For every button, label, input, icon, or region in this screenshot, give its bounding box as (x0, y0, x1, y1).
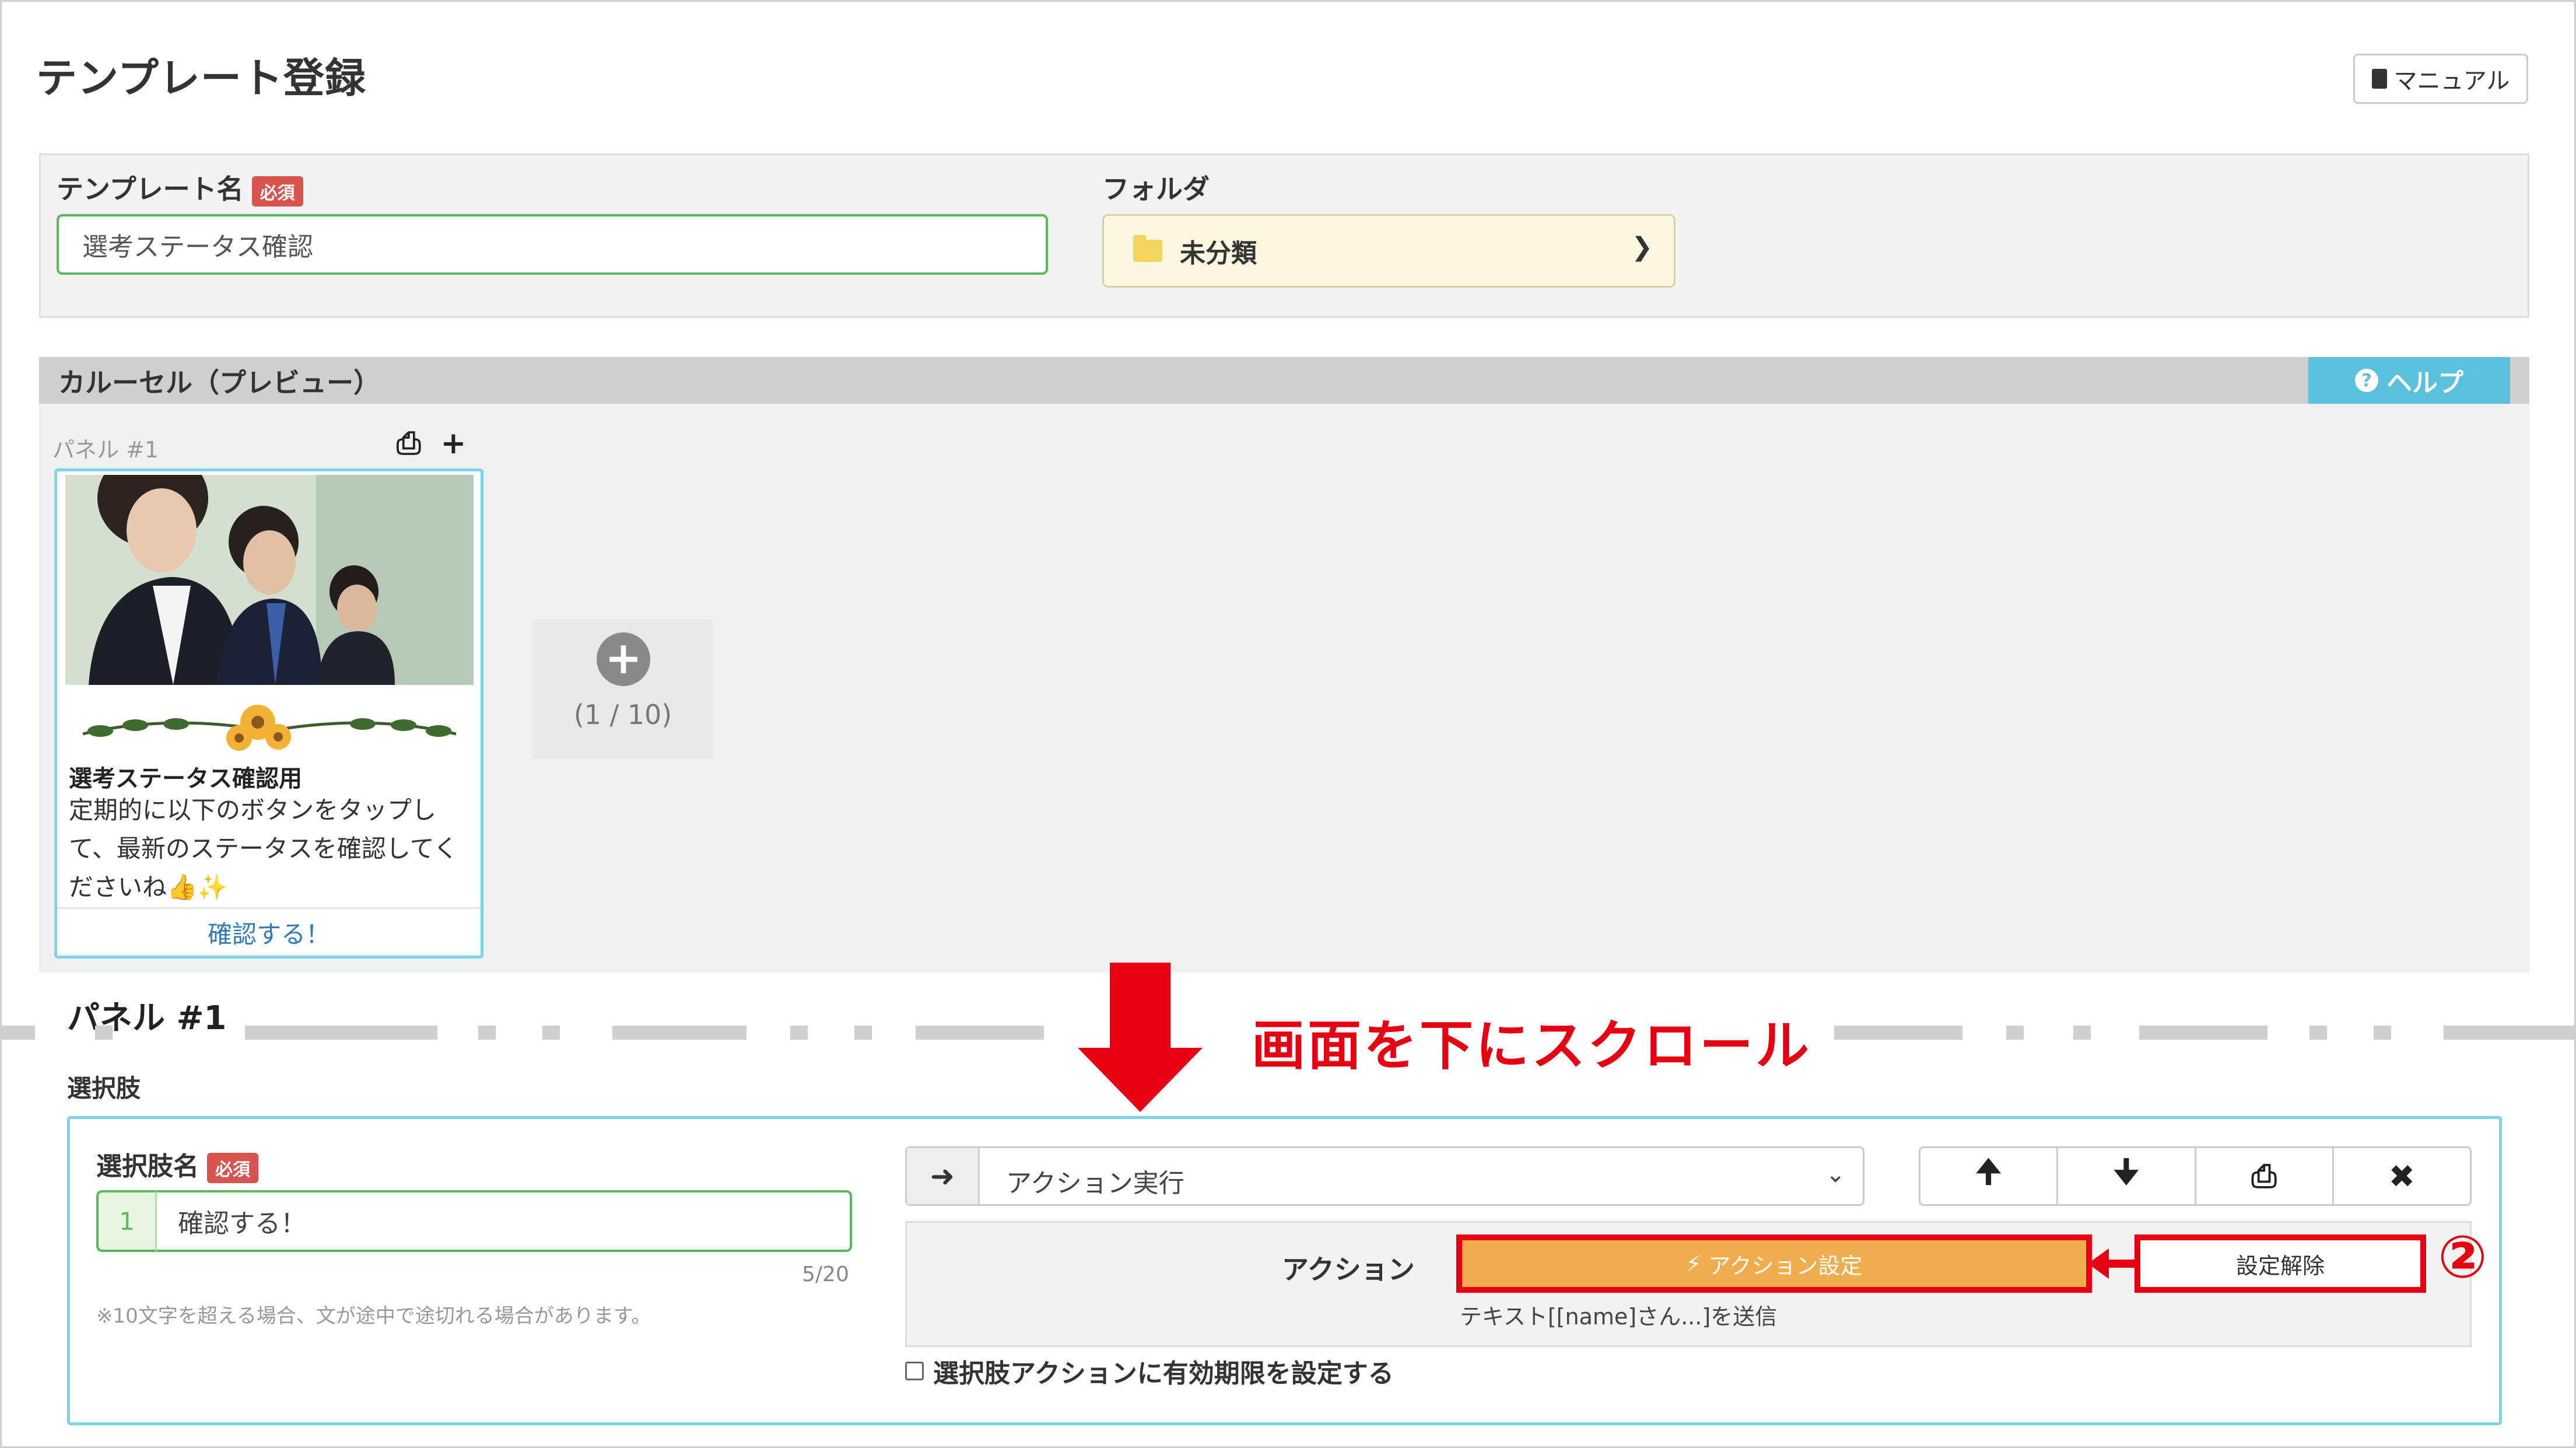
people-photo (65, 475, 474, 685)
scroll-divider-dash (2374, 1026, 2391, 1040)
scroll-divider-dash (2006, 1026, 2024, 1040)
action-label: アクション (1282, 1254, 1415, 1285)
scroll-divider-dash (1834, 1026, 1962, 1040)
chevron-down-icon: ❯ (1631, 232, 1653, 262)
copy-button[interactable]: ⎙ (2196, 1148, 2334, 1204)
manual-button[interactable]: マニュアル (2353, 54, 2528, 104)
scroll-divider (0, 1026, 35, 1040)
manual-button-label: マニュアル (2393, 68, 2510, 95)
scroll-divider-dash (245, 1026, 437, 1040)
annotation-arrow-head (2088, 1248, 2109, 1279)
carousel-panel-label: パネル #1 (52, 437, 159, 463)
panel-count: (1 / 10) (573, 699, 672, 730)
scroll-divider-dash (95, 1026, 113, 1040)
panel-heading: パネル #1 (67, 999, 227, 1037)
help-button[interactable]: ? ヘルプ (2308, 357, 2510, 404)
page-title: テンプレート登録 (36, 54, 366, 102)
card-text: 定期的に以下のボタンをタップして、最新のステータスを確認してくださいね👍✨ (69, 796, 458, 901)
expiry-option[interactable]: 選択肢アクションに有効期限を設定する (905, 1352, 1394, 1390)
paste-icon[interactable]: ⎙ (397, 426, 421, 461)
folder-label: フォルダ (1102, 173, 1210, 205)
choice-name-input[interactable]: 1 確認する！ (96, 1190, 852, 1252)
scroll-divider-dash (790, 1026, 808, 1040)
add-icon[interactable]: + (441, 426, 467, 461)
scroll-divider-dash (2073, 1026, 2091, 1040)
scroll-divider-dash (2444, 1026, 2576, 1040)
scroll-divider-dash (542, 1026, 560, 1040)
chevron-down-icon: ⌄ (1825, 1161, 1845, 1188)
choice-controls: 🠉 🠋 ⎙ ✖ (1919, 1146, 2472, 1206)
folder-select[interactable]: 未分類 ❯ (1102, 214, 1676, 288)
annotation-arrow (2107, 1260, 2136, 1268)
template-name-label: テンプレート名 必須 (57, 168, 303, 207)
panel-tools: ⎙ + (397, 426, 466, 461)
carousel-header-bar (39, 357, 2529, 404)
required-badge: 必須 (207, 1153, 258, 1183)
down-arrow-icon (1110, 963, 1170, 1050)
move-up-button[interactable]: 🠉 (1920, 1148, 2059, 1204)
card-image (65, 475, 474, 685)
scroll-divider-dash (478, 1026, 496, 1040)
card-action-button[interactable]: 確認する！ (57, 915, 481, 950)
card-divider (57, 907, 481, 909)
expiry-label: 選択肢アクションに有効期限を設定する (933, 1359, 1394, 1388)
expiry-checkbox[interactable] (905, 1362, 924, 1380)
bolt-icon: ⚡ (1685, 1251, 1702, 1276)
scroll-divider-dash (916, 1026, 1044, 1040)
folder-select-value: 未分類 (1180, 239, 1257, 268)
carousel-title: カルーセル（プレビュー） (58, 367, 380, 398)
book-icon (2371, 69, 2387, 89)
step-marker: ② (2438, 1223, 2487, 1291)
delete-button[interactable]: ✖ (2334, 1148, 2470, 1204)
choice-name-label: 選択肢名 必須 (96, 1145, 258, 1183)
help-button-label: ヘルプ (2386, 368, 2463, 398)
arrow-right-icon: ➜ (907, 1148, 980, 1204)
choice-index: 1 (96, 1190, 157, 1252)
carousel-card[interactable]: 選考ステータス確認用 定期的に以下のボタンをタップして、最新のステータスを確認し… (54, 468, 483, 959)
char-count: 5/20 (802, 1262, 849, 1286)
action-summary: テキスト[[name]さん...]を送信 (1460, 1304, 1778, 1330)
required-badge: 必須 (251, 176, 303, 207)
action-type-value: アクション実行 (1006, 1169, 1184, 1198)
down-arrow-head (1078, 1048, 1203, 1112)
move-down-button[interactable]: 🠋 (2058, 1148, 2196, 1204)
card-title: 選考ステータス確認用 (69, 765, 302, 792)
length-note: ※10文字を超える場合、文が途中で途切れる場合があります。 (96, 1304, 651, 1328)
action-type-select[interactable]: ➜ アクション実行 ⌄ (905, 1146, 1864, 1206)
card-flower-decoration (65, 690, 474, 760)
choices-label: 選択肢 (67, 1074, 141, 1103)
folder-icon (1133, 235, 1162, 262)
add-panel-button[interactable]: + (1 / 10) (532, 620, 713, 758)
question-icon: ? (2355, 369, 2378, 392)
action-settings-label: アクション設定 (1708, 1253, 1863, 1279)
scroll-divider-dash (854, 1026, 872, 1040)
plus-circle-icon: + (597, 632, 650, 686)
scroll-divider-dash (612, 1026, 746, 1040)
action-settings-button[interactable]: ⚡ アクション設定 (1456, 1234, 2092, 1293)
scroll-divider-dash (2309, 1026, 2327, 1040)
choice-name-value[interactable]: 確認する！ (157, 1190, 852, 1252)
scroll-annotation: 画面を下にスクロール (1241, 1002, 1823, 1080)
action-unset-button[interactable]: 設定解除 (2135, 1234, 2426, 1293)
scroll-divider-dash (2139, 1026, 2267, 1040)
template-name-input[interactable]: 選考ステータス確認 (57, 214, 1048, 275)
